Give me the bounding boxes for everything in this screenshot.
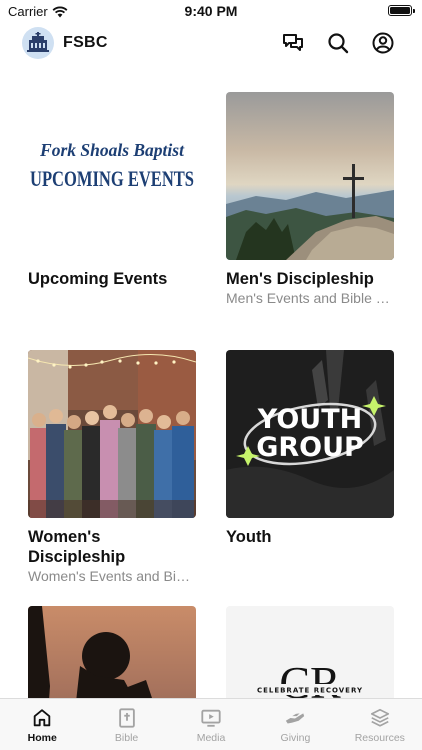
status-bar: Carrier 9:40 PM: [0, 0, 422, 22]
media-icon: [201, 709, 221, 727]
card-title: Youth: [226, 528, 272, 546]
tab-bar: Home Bible Media Giving Resources: [0, 698, 422, 750]
tab-bible[interactable]: Bible: [84, 699, 168, 750]
tab-label: Resources: [354, 732, 405, 744]
church-logo[interactable]: [22, 27, 54, 59]
tab-resources[interactable]: Resources: [338, 699, 422, 750]
card-thumbnail: [28, 606, 196, 698]
card-celebrate-recovery[interactable]: CR CELEBRATE RECOVERY: [226, 606, 394, 698]
card-thumbnail: CR CELEBRATE RECOVERY: [226, 606, 394, 698]
search-icon[interactable]: [326, 31, 350, 55]
status-time: 9:40 PM: [184, 3, 238, 19]
tab-home[interactable]: Home: [0, 699, 84, 750]
chat-icon[interactable]: [281, 31, 305, 55]
card-title: Men's Discipleship: [226, 270, 374, 288]
card-thumbnail: Fork Shoals Baptist UPCOMING EVENTS: [28, 92, 196, 260]
content-grid: Fork Shoals Baptist UPCOMING EVENTS Upco…: [0, 92, 422, 698]
card-youth[interactable]: YOUTH GROUP Youth: [226, 350, 394, 547]
profile-icon[interactable]: [371, 31, 395, 55]
card-mens-discipleship[interactable]: Men's Discipleship Men's Events and Bibl…: [226, 92, 394, 307]
tab-giving[interactable]: Giving: [253, 699, 337, 750]
card-womens-discipleship[interactable]: Women's Discipleship Women's Events and …: [28, 350, 196, 585]
svg-text:UPCOMING EVENTS: UPCOMING EVENTS: [30, 166, 194, 191]
svg-text:YOUTH: YOUTH: [257, 404, 362, 435]
tab-label: Media: [196, 732, 226, 744]
tab-label: Home: [27, 732, 57, 744]
card-thumbnail: YOUTH GROUP: [226, 350, 394, 518]
card-title: Women's Discipleship: [28, 528, 126, 566]
app-header: FSBC: [0, 24, 422, 64]
home-icon: [33, 709, 51, 727]
bible-icon: [118, 708, 135, 728]
card-thumbnail: [226, 92, 394, 260]
resources-icon: [370, 708, 389, 727]
tab-label: Bible: [114, 732, 139, 744]
card-thumbnail: [28, 350, 196, 518]
giving-icon: [286, 713, 305, 724]
battery-icon: [388, 5, 415, 16]
tab-label: Giving: [280, 732, 311, 744]
svg-text:GROUP: GROUP: [256, 432, 364, 463]
card-subtitle: Men's Events and Bible Studies: [226, 290, 394, 306]
card-title: Upcoming Events: [28, 270, 168, 288]
tab-media[interactable]: Media: [169, 699, 253, 750]
svg-text:CELEBRATE RECOVERY: CELEBRATE RECOVERY: [257, 687, 363, 695]
card-subtitle: Women's Events and Bible Studies: [28, 568, 196, 584]
svg-text:Fork Shoals Baptist: Fork Shoals Baptist: [39, 140, 185, 160]
app-title: FSBC: [63, 34, 108, 51]
card-silhouette[interactable]: [28, 606, 196, 698]
card-upcoming-events[interactable]: Fork Shoals Baptist UPCOMING EVENTS Upco…: [28, 92, 196, 289]
